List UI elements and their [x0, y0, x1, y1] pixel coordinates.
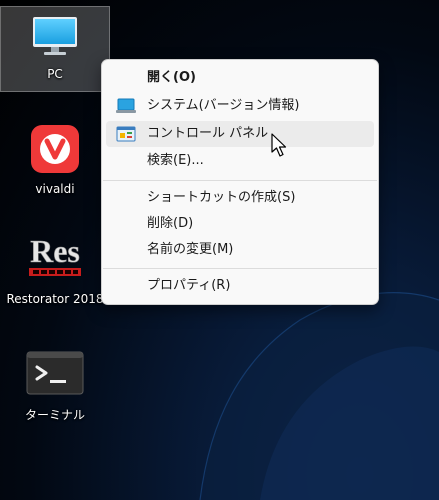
menu-item-create-shortcut[interactable]: ショートカットの作成(S) — [106, 185, 374, 211]
control-panel-icon — [116, 126, 136, 142]
menu-separator — [103, 268, 377, 269]
desktop-icon-restorator[interactable]: Res Restorator 2018 — [0, 228, 110, 316]
mouse-cursor-icon — [271, 133, 287, 157]
menu-item-rename[interactable]: 名前の変更(M) — [106, 237, 374, 263]
menu-item-search[interactable]: 検索(E)... — [106, 148, 374, 174]
desktop-icon-label: PC — [47, 67, 63, 81]
context-menu: 開く(O) システム(バージョン情報) コントロール パネル 検索(E)... … — [101, 59, 379, 305]
desktop-icon-label: vivaldi — [35, 182, 75, 196]
menu-item-label: 削除(D) — [147, 216, 194, 231]
menu-item-label: システム(バージョン情報) — [147, 98, 300, 113]
menu-separator — [103, 180, 377, 181]
restorator-icon: Res — [29, 233, 81, 276]
menu-item-control-panel[interactable]: コントロール パネル — [106, 121, 374, 147]
menu-item-label: プロパティ(R) — [147, 278, 231, 293]
desktop-icon-vivaldi[interactable]: vivaldi — [0, 120, 110, 206]
menu-item-delete[interactable]: 削除(D) — [106, 211, 374, 237]
menu-item-open[interactable]: 開く(O) — [106, 65, 374, 91]
menu-item-system[interactable]: システム(バージョン情報) — [106, 93, 374, 119]
laptop-icon — [116, 98, 136, 113]
desktop-icon-label: Restorator 2018 — [6, 292, 104, 306]
terminal-icon — [26, 351, 84, 395]
menu-item-properties[interactable]: プロパティ(R) — [106, 273, 374, 299]
menu-item-label: 開く(O) — [147, 70, 196, 85]
menu-item-label: ショートカットの作成(S) — [147, 190, 296, 205]
desktop-icon-label: ターミナル — [24, 408, 85, 422]
vivaldi-icon — [31, 125, 79, 173]
menu-item-label: 名前の変更(M) — [147, 242, 234, 257]
desktop-icon-pc[interactable]: PC — [0, 6, 110, 92]
desktop-icon-terminal[interactable]: ターミナル — [0, 342, 110, 430]
monitor-icon — [33, 17, 77, 55]
menu-item-label: コントロール パネル — [147, 126, 269, 141]
restorator-logo-text: Res — [30, 233, 80, 269]
menu-item-label: 検索(E)... — [147, 153, 204, 168]
